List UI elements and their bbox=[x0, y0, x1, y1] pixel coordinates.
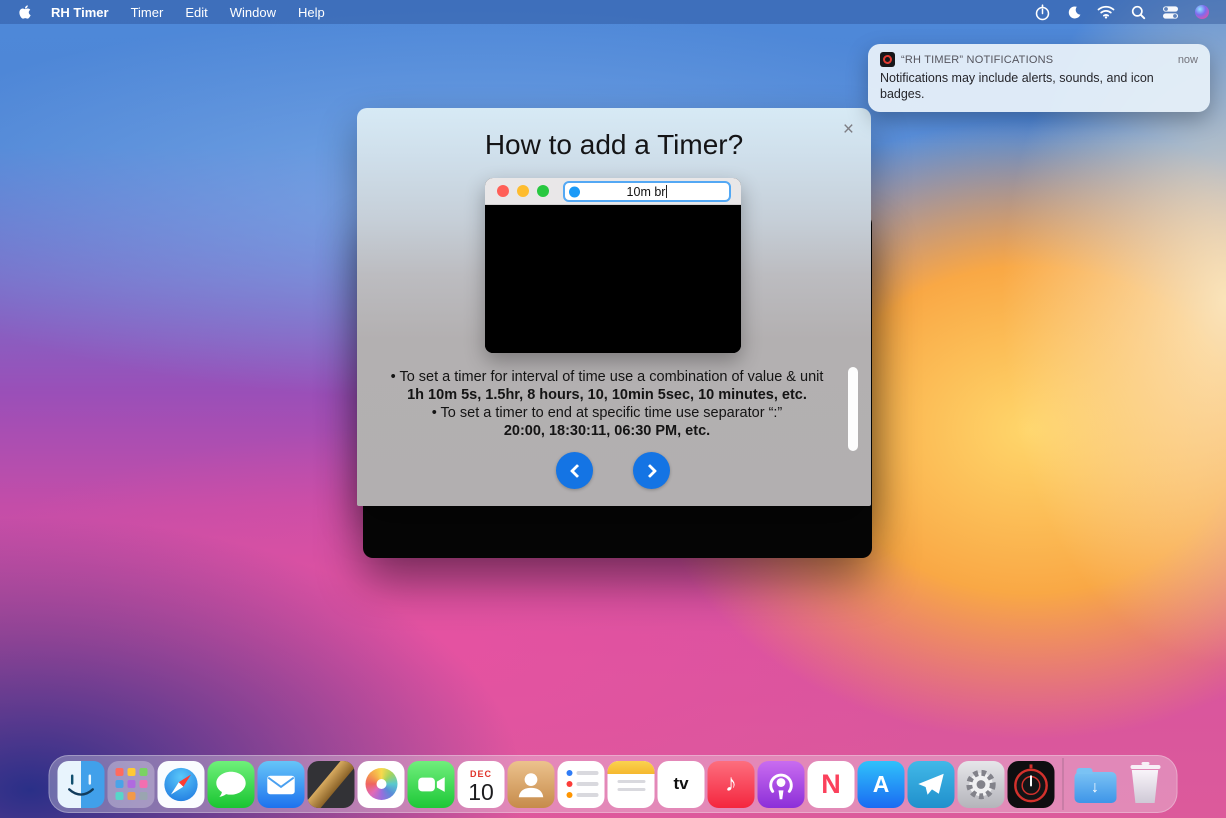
rh-timer-app-icon bbox=[880, 52, 895, 67]
chevron-right-icon bbox=[642, 463, 656, 477]
down-arrow-icon: ↓ bbox=[1091, 780, 1099, 796]
calendar-day: 10 bbox=[468, 780, 494, 804]
instruction-line-2: 1h 10m 5s, 1.5hr, 8 hours, 10, 10min 5se… bbox=[367, 386, 847, 404]
wifi-icon[interactable] bbox=[1092, 0, 1120, 24]
apple-logo-icon bbox=[18, 5, 32, 19]
dock-item-garageband[interactable] bbox=[308, 761, 355, 808]
news-n-icon: N bbox=[821, 769, 841, 800]
text-cursor bbox=[666, 185, 667, 198]
mail-envelope-icon bbox=[258, 761, 305, 808]
dock-item-podcasts[interactable] bbox=[758, 761, 805, 808]
dialog-scrollbar-thumb[interactable] bbox=[848, 367, 858, 451]
menu-timer[interactable]: Timer bbox=[120, 0, 175, 24]
close-icon[interactable]: × bbox=[843, 120, 854, 139]
rh-timer-menubar-icon[interactable] bbox=[1028, 0, 1056, 24]
photos-pinwheel-icon bbox=[365, 768, 397, 800]
finder-icon bbox=[58, 761, 105, 808]
dock-item-telegram[interactable] bbox=[908, 761, 955, 808]
next-page-button[interactable] bbox=[633, 452, 670, 489]
music-note-icon: ♪ bbox=[725, 770, 737, 798]
dock-item-mail[interactable] bbox=[258, 761, 305, 808]
dock-item-reminders[interactable] bbox=[558, 761, 605, 808]
control-center-icon[interactable] bbox=[1156, 0, 1184, 24]
mock-screen-area bbox=[485, 205, 741, 353]
dock-item-music[interactable]: ♪ bbox=[708, 761, 755, 808]
notes-line-icon bbox=[617, 788, 645, 791]
reminders-row-icon bbox=[567, 781, 599, 787]
dock-item-facetime[interactable] bbox=[408, 761, 455, 808]
mock-close-traffic-light bbox=[497, 185, 509, 197]
dialog-title: How to add a Timer? bbox=[357, 129, 871, 161]
instruction-line-3: • To set a timer to end at specific time… bbox=[367, 404, 847, 422]
dock-item-finder[interactable] bbox=[58, 761, 105, 808]
timer-dot-icon bbox=[569, 186, 580, 197]
menu-bar-status-area bbox=[1028, 0, 1216, 24]
do-not-disturb-moon-icon[interactable] bbox=[1060, 0, 1088, 24]
podcasts-broadcast-icon bbox=[758, 761, 805, 808]
apple-menu[interactable] bbox=[10, 0, 40, 24]
dock-item-notes[interactable] bbox=[608, 761, 655, 808]
spotlight-search-icon[interactable] bbox=[1124, 0, 1152, 24]
previous-page-button[interactable] bbox=[556, 452, 593, 489]
menu-bar: RH Timer Timer Edit Window Help bbox=[0, 0, 1226, 24]
dock-item-rh-timer[interactable] bbox=[1008, 761, 1055, 808]
dock-item-trash[interactable] bbox=[1122, 761, 1169, 808]
paper-plane-icon bbox=[908, 761, 955, 808]
mock-input-value: 10m br bbox=[627, 185, 666, 199]
dock-item-messages[interactable] bbox=[208, 761, 255, 808]
instruction-line-1: • To set a timer for interval of time us… bbox=[367, 368, 847, 386]
mock-titlebar: 10m br bbox=[485, 178, 741, 205]
dock-item-app-store[interactable]: A bbox=[858, 761, 905, 808]
messages-bubble-icon bbox=[208, 761, 255, 808]
dock-item-calendar[interactable]: DEC 10 bbox=[458, 761, 505, 808]
tv-glyph-icon: tv bbox=[673, 774, 688, 794]
how-to-add-timer-dialog: How to add a Timer? × 10m br • To set a … bbox=[357, 108, 871, 506]
contacts-person-icon bbox=[508, 761, 555, 808]
reminders-row-icon bbox=[567, 792, 599, 798]
mock-timer-input: 10m br bbox=[563, 181, 731, 202]
instructions-block: • To set a timer for interval of time us… bbox=[367, 368, 847, 440]
notification-body: Notifications may include alerts, sounds… bbox=[880, 70, 1198, 102]
dock-item-launchpad[interactable] bbox=[108, 761, 155, 808]
mock-zoom-traffic-light bbox=[537, 185, 549, 197]
guitar-neck-icon bbox=[308, 761, 355, 808]
notification-card[interactable]: “RH TIMER” NOTIFICATIONS now Notificatio… bbox=[868, 44, 1210, 112]
rh-timer-dial-icon bbox=[1008, 761, 1055, 808]
app-store-a-icon: A bbox=[873, 771, 890, 798]
dock-item-safari[interactable] bbox=[158, 761, 205, 808]
menu-window[interactable]: Window bbox=[219, 0, 287, 24]
launchpad-grid-icon bbox=[115, 768, 147, 800]
siri-icon[interactable] bbox=[1188, 0, 1216, 24]
downloads-folder-icon: ↓ bbox=[1074, 772, 1116, 803]
notification-header: “RH TIMER” NOTIFICATIONS now bbox=[880, 52, 1198, 67]
tutorial-mock-window: 10m br bbox=[485, 178, 741, 353]
notification-title: “RH TIMER” NOTIFICATIONS bbox=[901, 54, 1172, 66]
facetime-camera-icon bbox=[408, 761, 455, 808]
notes-header-icon bbox=[608, 761, 655, 774]
reminders-row-icon bbox=[567, 770, 599, 776]
menu-app-name[interactable]: RH Timer bbox=[40, 0, 120, 24]
trash-lid-icon bbox=[1130, 765, 1160, 769]
gear-icon bbox=[958, 761, 1005, 808]
mock-minimize-traffic-light bbox=[517, 185, 529, 197]
dock-item-news[interactable]: N bbox=[808, 761, 855, 808]
dock-item-downloads[interactable]: ↓ bbox=[1072, 761, 1119, 808]
dock: DEC 10 tv ♪ N A ↓ bbox=[49, 755, 1178, 813]
instruction-line-4: 20:00, 18:30:11, 06:30 PM, etc. bbox=[367, 422, 847, 440]
notification-time: now bbox=[1178, 54, 1198, 66]
menu-bar-left: RH Timer Timer Edit Window Help bbox=[10, 0, 336, 24]
dock-separator bbox=[1063, 758, 1064, 810]
menu-help[interactable]: Help bbox=[287, 0, 336, 24]
dock-item-contacts[interactable] bbox=[508, 761, 555, 808]
dock-item-system-preferences[interactable] bbox=[958, 761, 1005, 808]
trash-bin-icon bbox=[1130, 770, 1160, 803]
dock-item-apple-tv[interactable]: tv bbox=[658, 761, 705, 808]
dock-item-photos[interactable] bbox=[358, 761, 405, 808]
safari-compass-icon bbox=[158, 761, 205, 808]
chevron-left-icon bbox=[569, 463, 583, 477]
menu-edit[interactable]: Edit bbox=[174, 0, 218, 24]
notes-line-icon bbox=[617, 780, 645, 783]
